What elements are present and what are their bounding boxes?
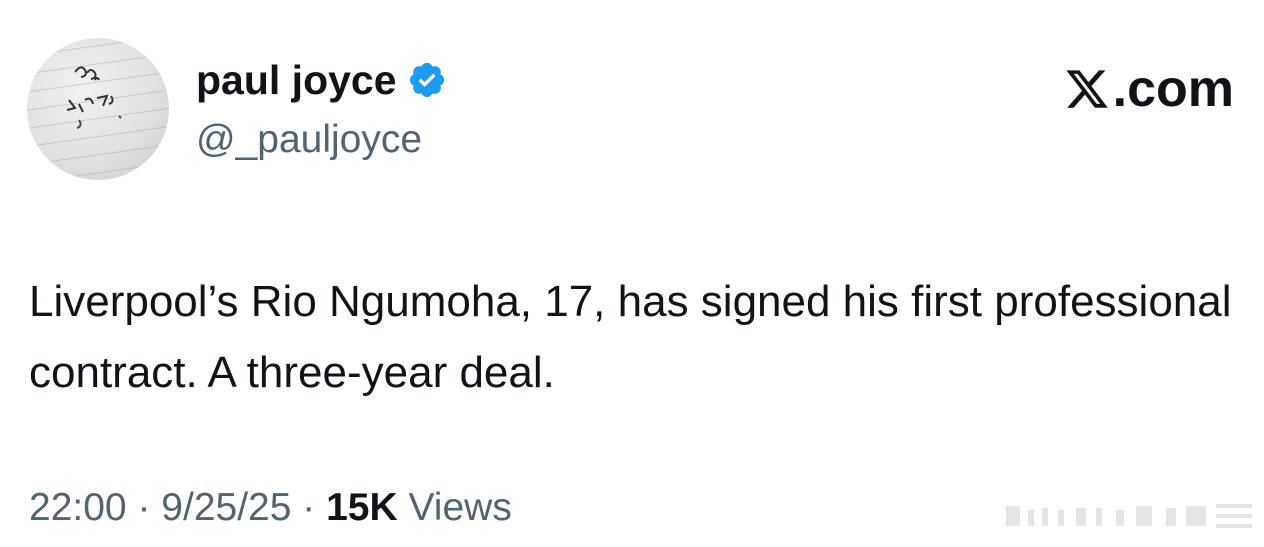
views-label: Views	[408, 486, 512, 529]
author-display-name-row[interactable]: paul joyce	[196, 56, 447, 104]
brand-logo: .com	[1064, 60, 1234, 118]
verified-badge-icon	[407, 60, 447, 100]
watermark	[1006, 500, 1256, 530]
views-count: 15K	[326, 486, 398, 529]
author-handle[interactable]: @_pauljoyce	[196, 116, 422, 164]
handwriting-scribble	[66, 66, 122, 129]
avatar[interactable]	[27, 38, 169, 180]
author-display-name[interactable]: paul joyce	[196, 56, 397, 104]
tweet-meta: 22:00 · 9/25/25 · 15K Views	[29, 485, 512, 531]
meta-separator: ·	[302, 486, 316, 529]
tweet-date[interactable]: 9/25/25	[161, 486, 291, 529]
brand-domain-label: .com	[1112, 60, 1234, 118]
tweet-time[interactable]: 22:00	[29, 486, 127, 529]
x-logo-icon	[1064, 66, 1110, 112]
meta-separator: ·	[137, 486, 151, 529]
tweet-text: Liverpool’s Rio Ngumoha, 17, has signed …	[29, 277, 1232, 397]
